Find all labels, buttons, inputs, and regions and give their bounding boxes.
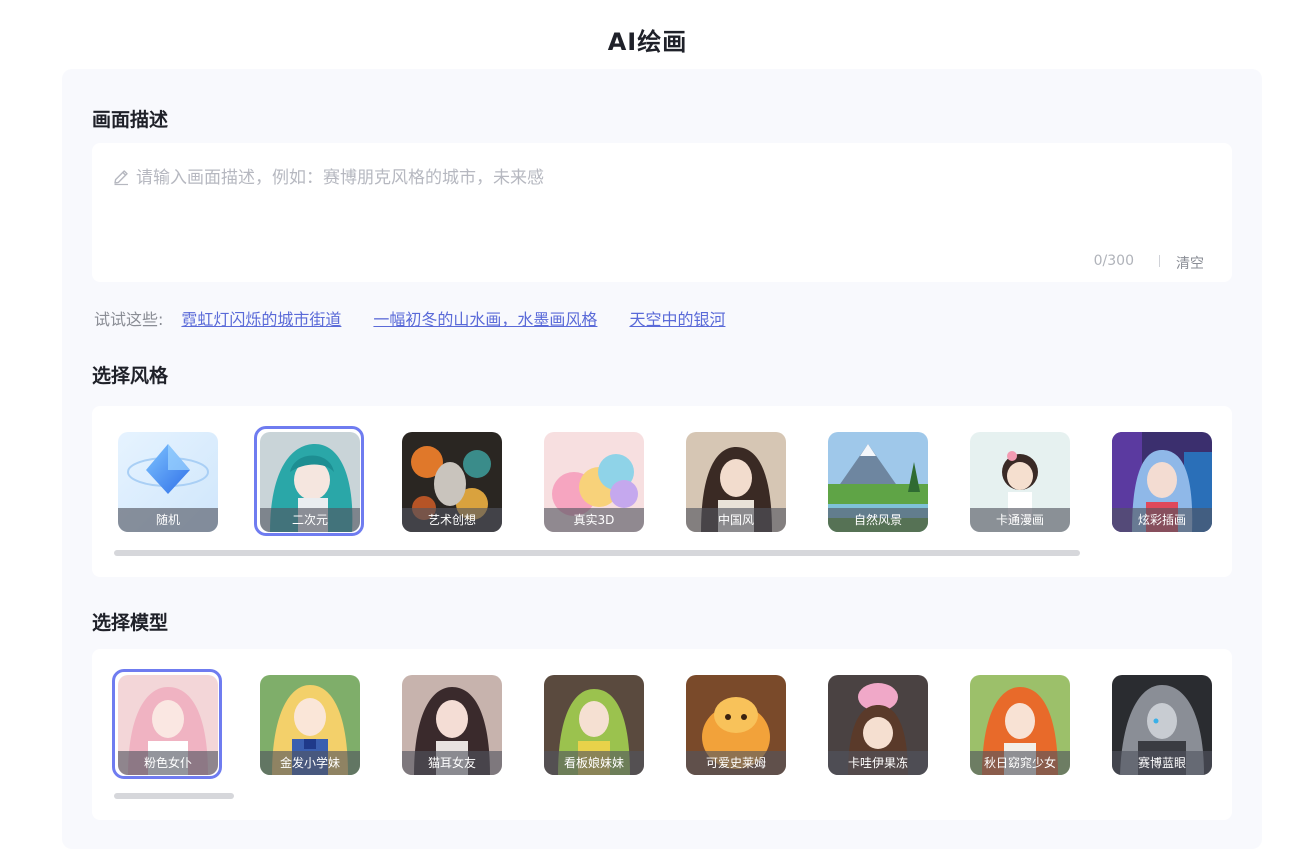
style-heading: 选择风格 bbox=[92, 365, 169, 387]
model-scrollbar[interactable] bbox=[114, 793, 234, 799]
style-label: 艺术创想 bbox=[402, 508, 502, 532]
style-label: 自然风景 bbox=[828, 508, 928, 532]
model-card[interactable]: 猫耳女友 bbox=[402, 675, 502, 775]
style-card-art[interactable]: 艺术创想 bbox=[402, 432, 502, 532]
model-card[interactable]: 金发小学妹 bbox=[260, 675, 360, 775]
main-panel: 画面描述 0/300 清空 试试这些: 霓虹灯闪烁的城市街道 一幅初冬的山水画，… bbox=[62, 69, 1262, 849]
style-scrollbar[interactable] bbox=[114, 550, 1080, 556]
style-card-colorful[interactable]: 炫彩插画 bbox=[1112, 432, 1212, 532]
model-label: 看板娘妹妹 bbox=[544, 751, 644, 775]
model-card[interactable]: 卡哇伊果冻 bbox=[828, 675, 928, 775]
char-counter: 0/300 bbox=[1093, 253, 1134, 269]
model-label: 赛博蓝眼 bbox=[1112, 751, 1212, 775]
style-card-3d[interactable]: 真实3D bbox=[544, 432, 644, 532]
style-card-cartoon[interactable]: 卡通漫画 bbox=[970, 432, 1070, 532]
style-label: 随机 bbox=[118, 508, 218, 532]
model-card[interactable]: 看板娘妹妹 bbox=[544, 675, 644, 775]
description-box: 0/300 清空 bbox=[92, 143, 1232, 282]
model-label: 可爱史莱姆 bbox=[686, 751, 786, 775]
model-label: 金发小学妹 bbox=[260, 751, 360, 775]
model-card[interactable]: 粉色女仆 bbox=[118, 675, 218, 775]
suggestion-link[interactable]: 霓虹灯闪烁的城市街道 bbox=[181, 306, 341, 330]
model-card[interactable]: 可爱史莱姆 bbox=[686, 675, 786, 775]
suggestions-row: 试试这些: 霓虹灯闪烁的城市街道 一幅初冬的山水画，水墨画风格 天空中的银河 bbox=[94, 306, 757, 330]
style-label: 中国风 bbox=[686, 508, 786, 532]
model-card[interactable]: 秋日窈窕少女 bbox=[970, 675, 1070, 775]
style-label: 真实3D bbox=[544, 508, 644, 532]
style-label: 炫彩插画 bbox=[1112, 508, 1212, 532]
clear-button[interactable]: 清空 bbox=[1176, 253, 1204, 273]
style-card-random[interactable]: 随机 bbox=[118, 432, 218, 532]
style-label: 二次元 bbox=[260, 508, 360, 532]
suggestion-link[interactable]: 一幅初冬的山水画，水墨画风格 bbox=[373, 306, 597, 330]
model-label: 卡哇伊果冻 bbox=[828, 751, 928, 775]
description-input[interactable] bbox=[112, 163, 1186, 193]
suggestions-label: 试试这些: bbox=[94, 310, 164, 329]
model-label: 粉色女仆 bbox=[118, 751, 218, 775]
style-card-chinese[interactable]: 中国风 bbox=[686, 432, 786, 532]
style-card-nature[interactable]: 自然风景 bbox=[828, 432, 928, 532]
style-picker: 随机 二次元 艺术创想 真实3D 中国风 自然风景 卡通漫画 炫彩插画 bbox=[92, 406, 1232, 577]
model-label: 猫耳女友 bbox=[402, 751, 502, 775]
suggestion-link[interactable]: 天空中的银河 bbox=[629, 306, 725, 330]
page-title: AI绘画 bbox=[607, 28, 688, 56]
style-label: 卡通漫画 bbox=[970, 508, 1070, 532]
model-label: 秋日窈窕少女 bbox=[970, 751, 1070, 775]
description-heading: 画面描述 bbox=[92, 109, 169, 131]
style-card-anime[interactable]: 二次元 bbox=[260, 432, 360, 532]
model-picker: 粉色女仆 金发小学妹 猫耳女友 看板娘妹妹 可爱史莱姆 卡哇伊果冻 秋日窈窕少女… bbox=[92, 649, 1232, 820]
model-heading: 选择模型 bbox=[92, 612, 169, 634]
model-card[interactable]: 赛博蓝眼 bbox=[1112, 675, 1212, 775]
counter-divider bbox=[1159, 255, 1160, 267]
